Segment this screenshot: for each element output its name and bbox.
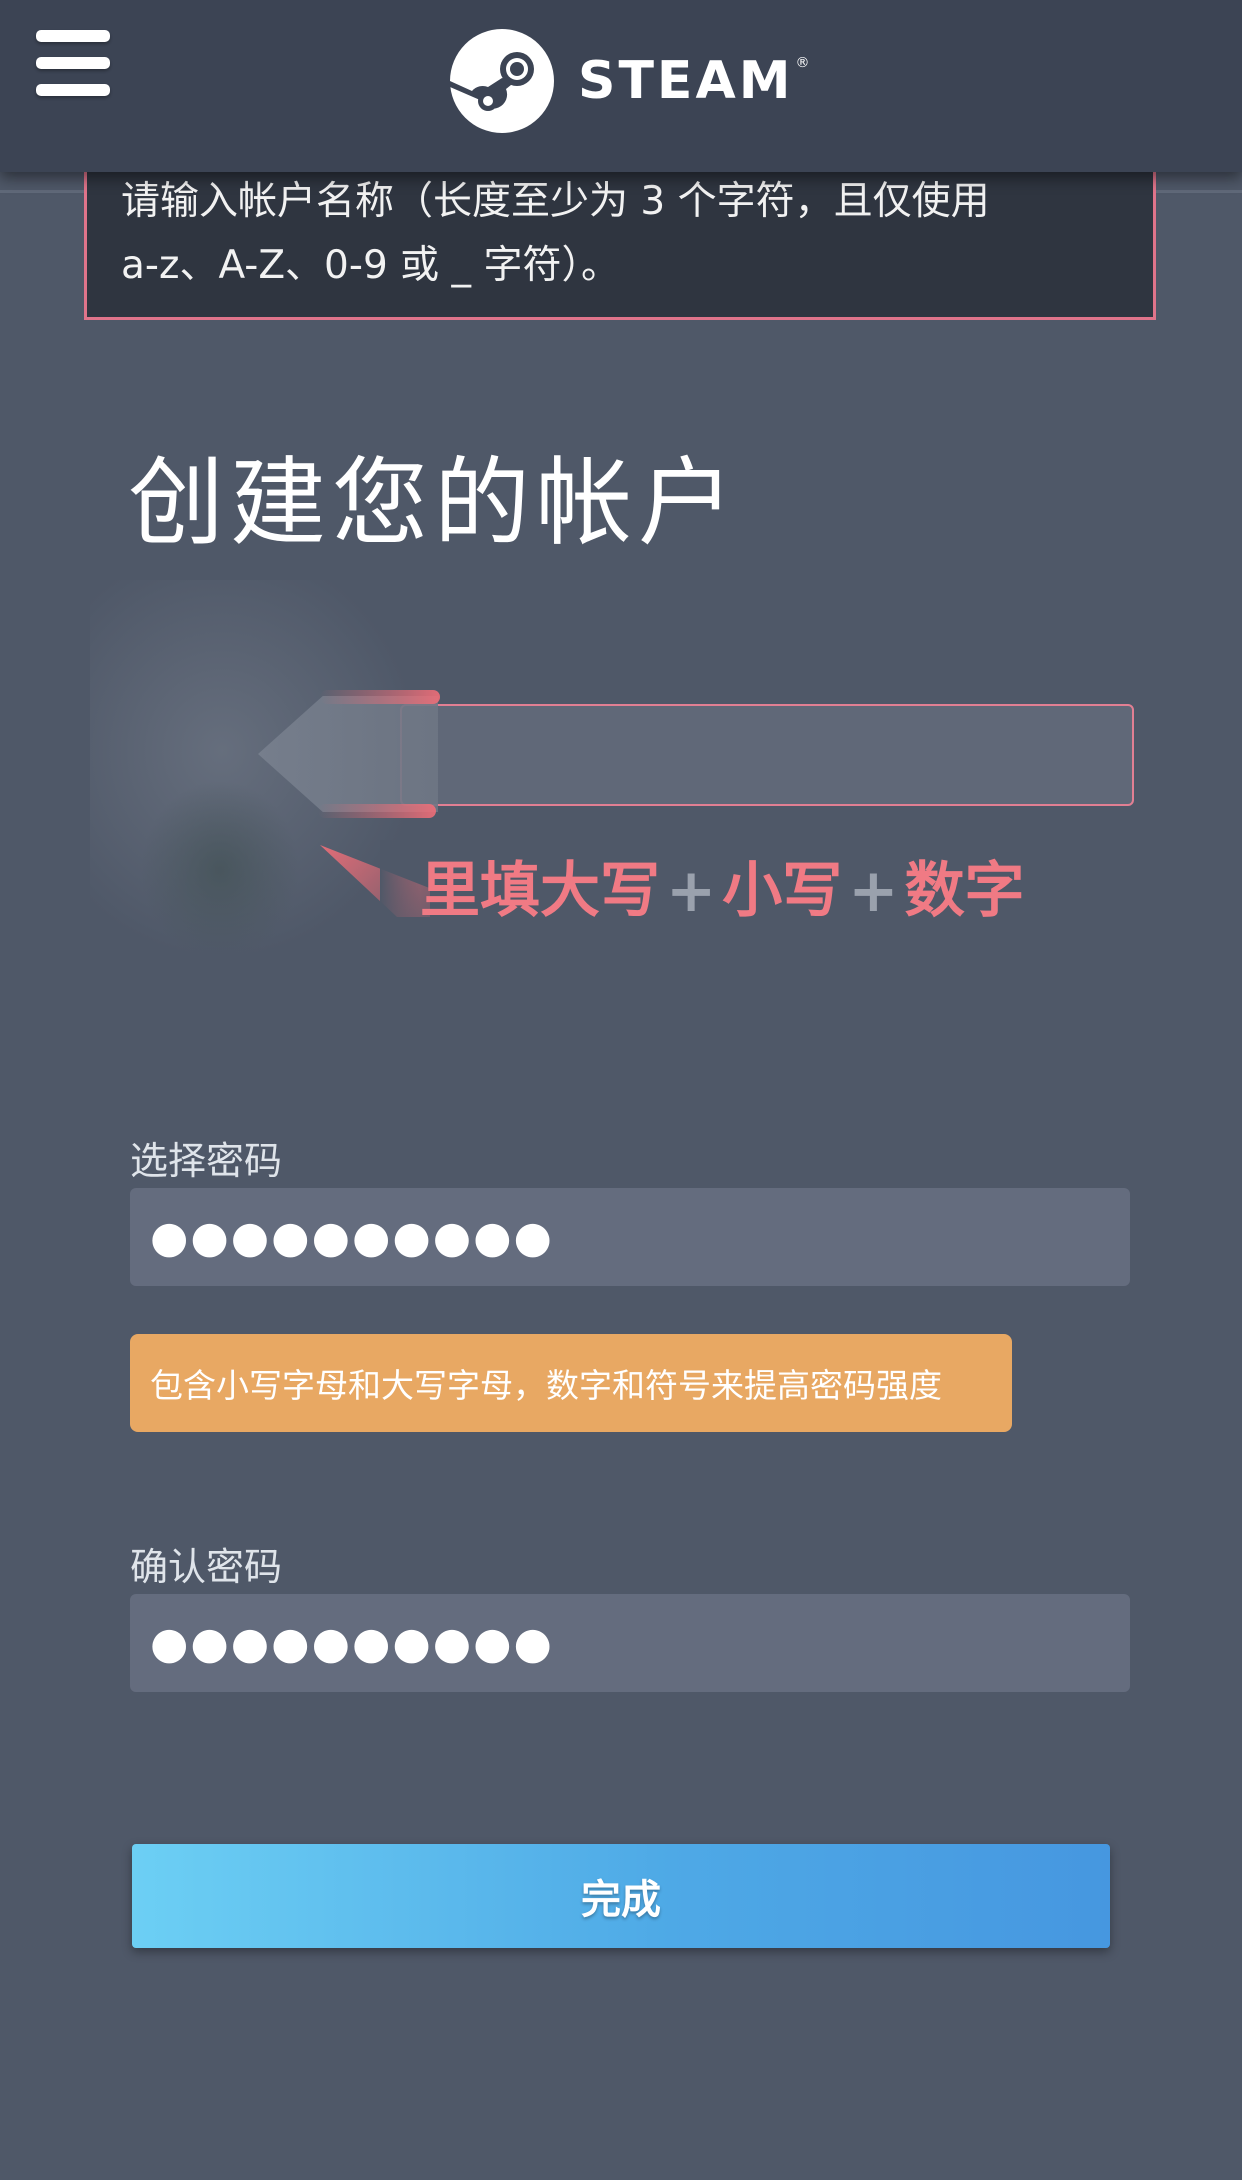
confirm-password-label: 确认密码 <box>130 1545 283 1589</box>
password-strength-tip: 包含小写字母和大写字母，数字和符号来提高密码强度 <box>130 1334 1012 1432</box>
error-line-1: 请输入帐户名称（长度至少为 3 个字符，且仅使用 <box>121 179 990 224</box>
hamburger-menu-icon[interactable] <box>36 30 114 96</box>
overlay-shadow <box>140 780 300 960</box>
username-input[interactable] <box>400 704 1134 806</box>
username-error-message: 请输入帐户名称（长度至少为 3 个字符，且仅使用 a-z、A-Z、0-9 或 _… <box>84 150 1156 320</box>
page-title: 创建您的帐户 <box>128 447 740 559</box>
plus-icon: + <box>666 856 717 922</box>
menu-bar <box>36 57 110 69</box>
overlay-fade <box>380 840 420 920</box>
top-header: STEAM ® <box>0 0 1242 172</box>
password-value: ●●●●●●●●●● <box>150 1211 554 1263</box>
confirm-password-input[interactable]: ●●●●●●●●●● <box>130 1594 1130 1692</box>
done-button[interactable]: 完成 <box>132 1844 1110 1948</box>
password-label: 选择密码 <box>130 1139 283 1183</box>
hint-part-2: 小写 <box>722 856 843 922</box>
hint-part-3: 数字 <box>904 856 1025 922</box>
steam-wordmark: STEAM ® <box>578 51 813 111</box>
steam-logo-icon <box>450 29 554 133</box>
overlay-hint-text: 里填大写 + 小写 + 数字 <box>420 842 1025 922</box>
plus-icon: + <box>848 856 899 922</box>
steam-brand[interactable]: STEAM ® <box>450 28 812 134</box>
menu-bar <box>36 84 110 96</box>
hint-part-1: 里填大写 <box>420 856 660 922</box>
password-input[interactable]: ●●●●●●●●●● <box>130 1188 1130 1286</box>
arrow-streak-top <box>320 690 440 704</box>
arrow-streak-bottom <box>318 804 436 818</box>
menu-bar <box>36 30 110 42</box>
confirm-password-value: ●●●●●●●●●● <box>150 1617 554 1669</box>
error-line-2: a-z、A-Z、0-9 或 _ 字符）。 <box>121 243 620 288</box>
